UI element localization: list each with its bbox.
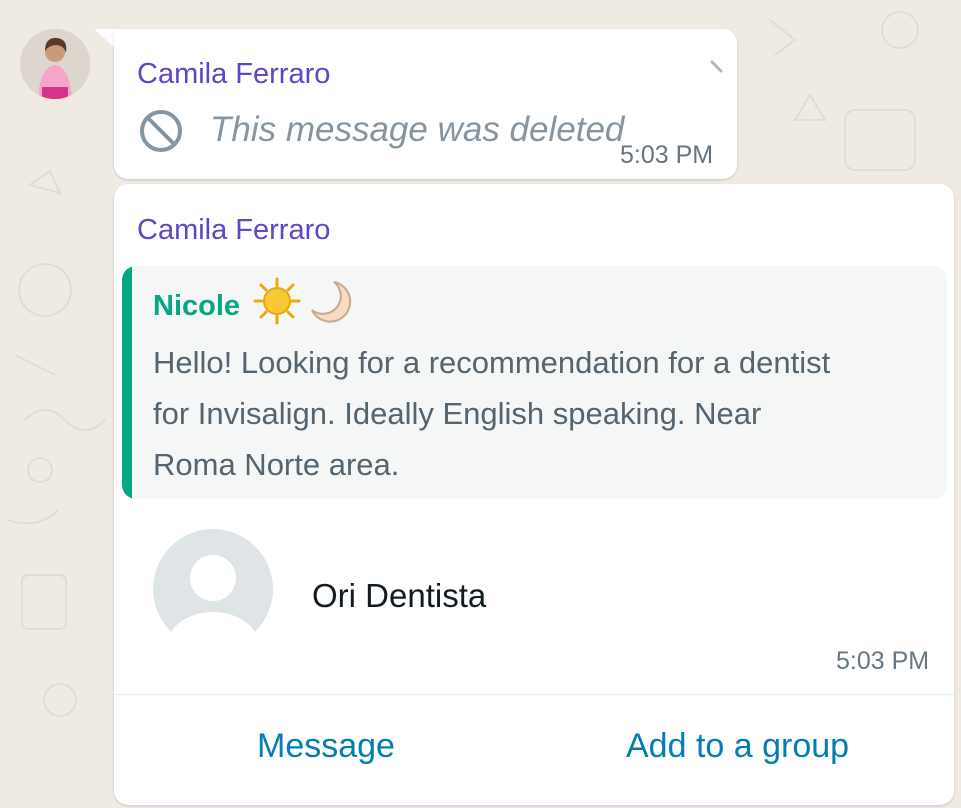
quoted-message-text: Hello! Looking for a recommendation for …: [153, 345, 831, 482]
prohibited-icon: [140, 110, 182, 152]
bubble-tail: [94, 29, 116, 49]
sender-name[interactable]: Camila Ferraro: [137, 214, 330, 247]
deleted-message-bubble[interactable]: Camila Ferraro This message was deleted …: [114, 29, 737, 179]
sender-name[interactable]: Camila Ferraro: [137, 58, 330, 91]
message-timestamp: 5:03 PM: [836, 647, 930, 675]
action-divider: [114, 694, 954, 695]
quote-accent-bar: [122, 266, 132, 499]
message-contact-button[interactable]: Message: [257, 727, 395, 766]
sun-emoji: [253, 277, 301, 325]
default-avatar-icon[interactable]: [152, 528, 274, 650]
message-timestamp: 5:03 PM: [620, 141, 714, 169]
quoted-message[interactable]: Nicole Hello! Looking for a recommendati…: [122, 266, 947, 499]
deleted-message-text: This message was deleted: [210, 110, 625, 149]
add-to-group-button[interactable]: Add to a group: [626, 727, 849, 766]
contact-name[interactable]: Ori Dentista: [312, 577, 486, 615]
sender-avatar[interactable]: [20, 29, 90, 99]
chevron-down-icon[interactable]: [710, 59, 724, 73]
quoted-author-name: Nicole: [153, 290, 241, 322]
contact-message-bubble[interactable]: Camila Ferraro Nicole Hello! Looking for…: [114, 184, 954, 805]
crescent-moon-emoji: [311, 281, 352, 323]
